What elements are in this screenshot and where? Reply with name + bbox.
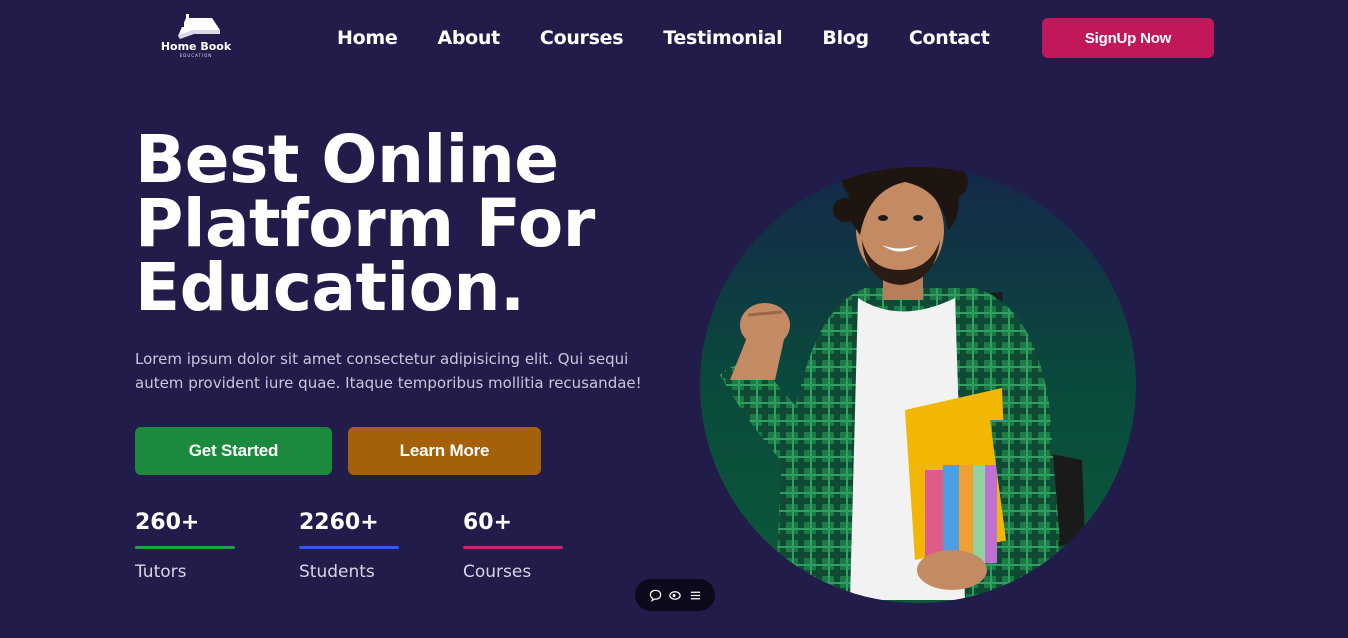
hero-title-line-1: Best Online xyxy=(135,121,559,198)
hero-title-line-2: Platform For xyxy=(135,185,595,262)
stat-underline xyxy=(299,546,399,549)
stat-value: 260+ xyxy=(135,510,200,535)
logo-name: Home Book xyxy=(160,40,232,53)
chat-icon[interactable] xyxy=(647,587,663,603)
get-started-button[interactable]: Get Started xyxy=(135,427,332,475)
logo-subtitle: EDUCATION xyxy=(179,53,213,58)
signup-button[interactable]: SignUp Now xyxy=(1042,18,1214,58)
stat-value: 60+ xyxy=(463,510,513,535)
nav-about[interactable]: About xyxy=(437,26,500,50)
main-nav: Home About Courses Testimonial Blog Cont… xyxy=(337,26,1030,50)
nav-testimonial[interactable]: Testimonial xyxy=(663,26,782,50)
nav-courses[interactable]: Courses xyxy=(540,26,624,50)
nav-contact[interactable]: Contact xyxy=(909,26,990,50)
hero-description: Lorem ipsum dolor sit amet consectetur a… xyxy=(135,350,642,392)
stat-value: 2260+ xyxy=(299,510,379,535)
hero-student-image xyxy=(700,167,1136,603)
menu-icon[interactable] xyxy=(687,587,703,603)
floating-toolbar xyxy=(635,579,715,611)
stat-tutors: 260+ Tutors xyxy=(135,508,245,582)
hero-title-line-3: Education. xyxy=(135,249,525,326)
eye-icon[interactable] xyxy=(667,587,683,603)
learn-more-button[interactable]: Learn More xyxy=(348,427,541,475)
stat-label: Students xyxy=(299,562,375,582)
stat-label: Courses xyxy=(463,562,532,582)
hero-title: Best Online Platform For Education. xyxy=(135,121,655,326)
logo[interactable]: Home Book EDUCATION xyxy=(160,12,232,62)
stat-underline xyxy=(135,546,235,549)
nav-blog[interactable]: Blog xyxy=(822,26,869,50)
stat-courses: 60+ Courses xyxy=(463,508,573,582)
nav-home[interactable]: Home xyxy=(337,26,398,50)
stat-students: 2260+ Students xyxy=(299,508,409,582)
book-logo-icon xyxy=(178,14,220,39)
stat-label: Tutors xyxy=(135,562,187,582)
stat-underline xyxy=(463,546,563,549)
